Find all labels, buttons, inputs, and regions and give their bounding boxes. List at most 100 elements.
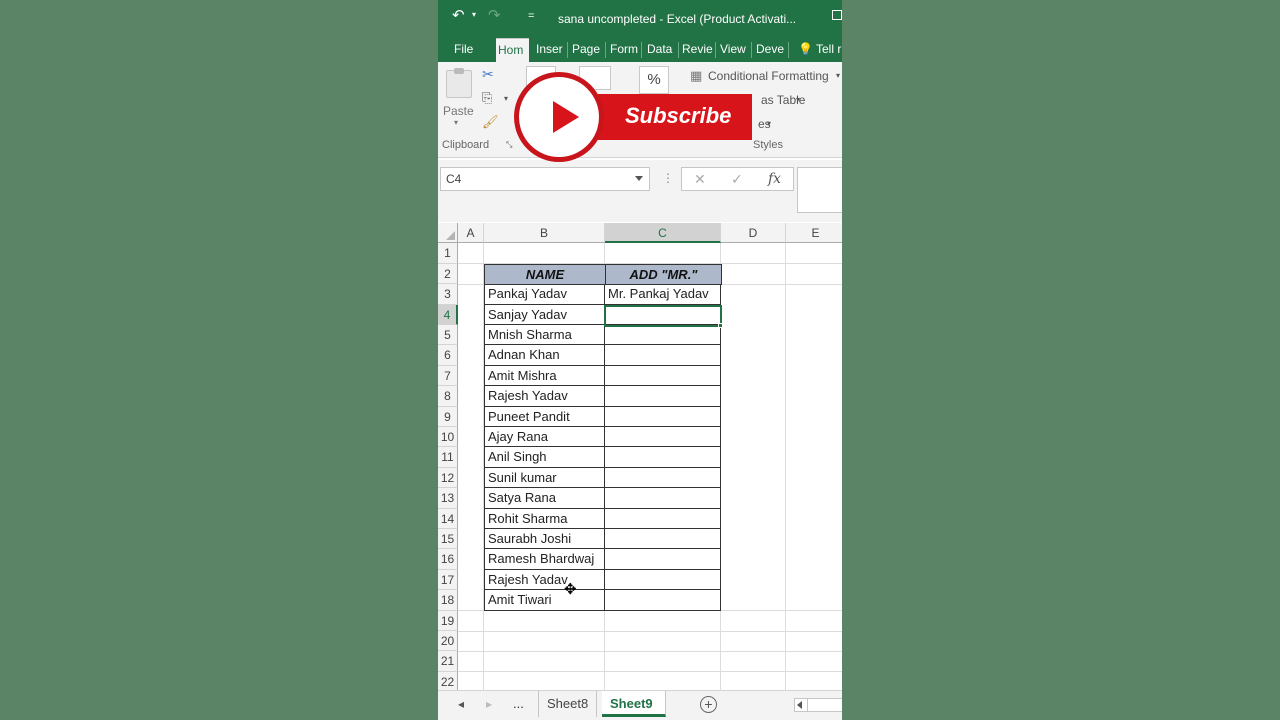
result-cell[interactable]: Mr. Pankaj Yadav: [605, 284, 721, 305]
conditional-formatting-icon[interactable]: ▦: [690, 68, 702, 84]
redo-icon[interactable]: ↷: [488, 6, 501, 24]
horizontal-scrollbar[interactable]: [794, 698, 842, 712]
row-header-5[interactable]: 5: [438, 325, 458, 346]
name-cell[interactable]: Anil Singh: [484, 447, 605, 468]
tab-review[interactable]: Revie: [680, 38, 714, 62]
tab-view[interactable]: View: [718, 38, 750, 62]
row-header-19[interactable]: 19: [438, 610, 458, 631]
table-header-add-mr[interactable]: ADD "MR.": [605, 264, 722, 285]
tab-formulas[interactable]: Form: [608, 38, 640, 62]
row-header-9[interactable]: 9: [438, 406, 458, 427]
name-cell[interactable]: Mnish Sharma: [484, 325, 605, 346]
row-header-14[interactable]: 14: [438, 508, 458, 529]
formula-bar-grip-icon[interactable]: ⋮: [662, 171, 674, 185]
tab-page-layout[interactable]: Page: [570, 38, 604, 62]
result-cell[interactable]: [605, 569, 721, 591]
format-painter-icon[interactable]: 🖌: [482, 114, 499, 130]
row-header-20[interactable]: 20: [438, 631, 458, 652]
result-cell[interactable]: [605, 365, 721, 387]
result-cell[interactable]: [605, 590, 721, 611]
result-cell[interactable]: [605, 549, 721, 570]
conditional-formatting-dropdown-icon[interactable]: ▾: [836, 71, 840, 80]
row-header-12[interactable]: 12: [438, 467, 458, 489]
row-header-16[interactable]: 16: [438, 549, 458, 570]
name-cell[interactable]: Satya Rana: [484, 488, 605, 509]
paste-label[interactable]: Paste: [443, 104, 474, 118]
copy-icon[interactable]: ⎘: [482, 90, 492, 106]
column-header-a[interactable]: A: [458, 223, 484, 243]
name-box[interactable]: C4: [440, 167, 650, 191]
insert-function-icon[interactable]: fx: [768, 171, 781, 187]
name-cell[interactable]: Puneet Pandit: [484, 406, 605, 427]
result-cell[interactable]: [605, 345, 721, 366]
row-header-18[interactable]: 18: [438, 590, 458, 611]
row-header-13[interactable]: 13: [438, 488, 458, 509]
format-as-table-dropdown-icon[interactable]: ▾: [796, 95, 800, 104]
column-header-c[interactable]: C: [605, 223, 721, 243]
scroll-tabs-right-icon[interactable]: ▸: [486, 697, 492, 711]
name-cell[interactable]: Saurabh Joshi: [484, 529, 605, 550]
row-header-8[interactable]: 8: [438, 386, 458, 407]
row-header-17[interactable]: 17: [438, 569, 458, 591]
tab-developer[interactable]: Deve: [754, 38, 786, 62]
cut-icon[interactable]: ✂: [482, 66, 494, 83]
sheet-tab-sheet8[interactable]: Sheet8: [538, 691, 598, 717]
sheet-tab-sheet9[interactable]: Sheet9: [602, 691, 666, 717]
scroll-tabs-left-icon[interactable]: ◂: [458, 697, 464, 711]
name-cell[interactable]: Amit Tiwari: [484, 590, 605, 611]
undo-dropdown-icon[interactable]: ▾: [472, 10, 476, 19]
result-cell[interactable]: [605, 325, 721, 346]
conditional-formatting-button[interactable]: Conditional Formatting: [708, 69, 829, 83]
cancel-icon[interactable]: ✕: [694, 171, 706, 188]
customize-qat-icon[interactable]: =: [528, 10, 534, 22]
cell-styles-dropdown-icon[interactable]: ▾: [767, 119, 771, 128]
tab-data[interactable]: Data: [645, 38, 675, 62]
name-cell[interactable]: Rajesh Yadav: [484, 386, 605, 407]
table-header-name[interactable]: NAME: [484, 264, 606, 285]
name-cell[interactable]: Ramesh Bhardwaj: [484, 549, 605, 570]
fill-handle[interactable]: [718, 323, 723, 328]
paste-icon[interactable]: [446, 68, 472, 98]
row-header-7[interactable]: 7: [438, 365, 458, 387]
row-header-4[interactable]: 4: [438, 304, 458, 325]
name-cell[interactable]: Amit Mishra: [484, 365, 605, 387]
tell-me-search[interactable]: Tell r: [814, 38, 842, 62]
result-cell[interactable]: [605, 529, 721, 550]
lightbulb-icon[interactable]: 💡: [796, 38, 810, 62]
percent-button[interactable]: %: [639, 66, 669, 94]
name-cell[interactable]: Rohit Sharma: [484, 508, 605, 529]
undo-icon[interactable]: ↶: [452, 6, 465, 24]
subscribe-banner[interactable]: Subscribe: [598, 94, 752, 140]
chevron-down-icon[interactable]: [635, 176, 643, 181]
scroll-left-icon[interactable]: [797, 701, 802, 709]
row-header-10[interactable]: 10: [438, 427, 458, 448]
youtube-logo[interactable]: [514, 72, 604, 162]
worksheet-grid[interactable]: A B C D E 1 2 3 4 5 6 7 8 9 10 11 12 13 …: [438, 223, 842, 690]
result-cell[interactable]: [605, 447, 721, 468]
tab-home[interactable]: Hom: [496, 38, 529, 62]
name-cell[interactable]: Rajesh Yadav: [484, 569, 605, 591]
tab-file[interactable]: File: [452, 38, 486, 62]
column-header-d[interactable]: D: [721, 223, 786, 243]
name-cell[interactable]: Pankaj Yadav: [484, 284, 605, 305]
name-cell[interactable]: Sunil kumar: [484, 467, 605, 489]
enter-icon[interactable]: ✓: [731, 171, 743, 188]
name-cell[interactable]: Adnan Khan: [484, 345, 605, 366]
row-header-15[interactable]: 15: [438, 529, 458, 550]
name-cell[interactable]: Ajay Rana: [484, 427, 605, 448]
column-header-e[interactable]: E: [786, 223, 842, 243]
result-cell[interactable]: [605, 427, 721, 448]
copy-dropdown-icon[interactable]: ▾: [504, 94, 508, 103]
tab-insert[interactable]: Inser: [534, 38, 566, 62]
row-header-22[interactable]: 22: [438, 671, 458, 690]
row-header-6[interactable]: 6: [438, 345, 458, 366]
row-header-1[interactable]: 1: [438, 243, 458, 264]
restore-icon[interactable]: [832, 10, 842, 20]
result-cell[interactable]: [605, 467, 721, 489]
formula-input[interactable]: [797, 167, 842, 213]
name-cell[interactable]: Sanjay Yadav: [484, 304, 605, 325]
select-all-corner[interactable]: [438, 223, 458, 243]
result-cell[interactable]: [605, 386, 721, 407]
active-cell-c4[interactable]: [604, 305, 722, 327]
result-cell[interactable]: [605, 488, 721, 509]
